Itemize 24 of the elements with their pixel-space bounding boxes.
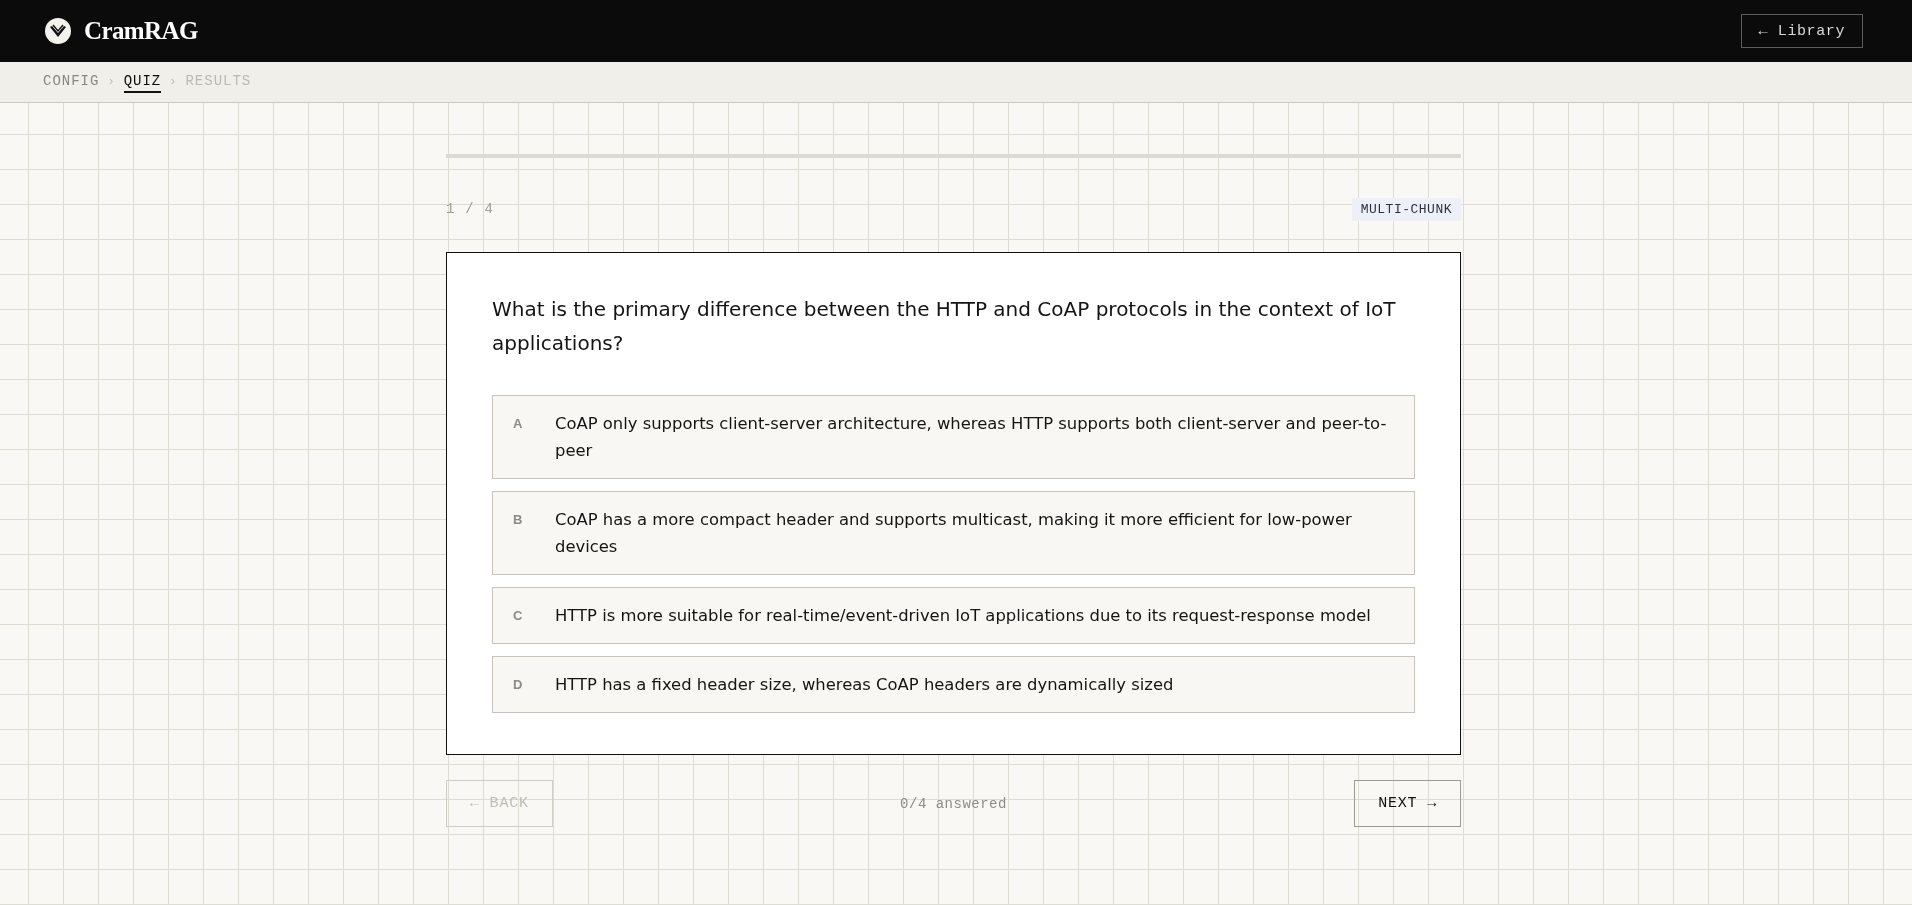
option-text: CoAP only supports client-server architecture, whereas HTTP supports both client-server and peer-to-peer	[555, 413, 1388, 462]
option-letter: A	[513, 415, 524, 433]
option-text: CoAP has a more compact header and supports multicast, making it more efficient for low-power devices	[555, 509, 1353, 558]
breadcrumb-step: RESULTS	[185, 71, 252, 93]
option-letter: C	[513, 607, 524, 625]
breadcrumb-separator: ›	[107, 75, 116, 89]
answer-option[interactable]: C HTTP is more suitable for real-time/event-driven IoT applications due to its request-response model	[492, 587, 1415, 644]
answer-option[interactable]: A CoAP only supports client-server architecture, whereas HTTP supports both client-server and peer-to-peer	[492, 395, 1415, 479]
breadcrumb-separator: ›	[169, 75, 178, 89]
option-text: HTTP is more suitable for real-time/event-driven IoT applications due to its request-response model	[555, 605, 1371, 627]
option-letter: D	[513, 676, 524, 694]
question-tag: MULTI-CHUNK	[1351, 197, 1461, 221]
question-counter: 1 / 4	[446, 201, 494, 217]
brand-name: CramRAG	[84, 17, 198, 45]
option-letter: B	[513, 511, 524, 529]
answer-option[interactable]: B CoAP has a more compact header and supports multicast, making it more efficient for low-power devices	[492, 491, 1415, 575]
option-text: HTTP has a fixed header size, whereas CoAP headers are dynamically sized	[555, 674, 1174, 696]
breadcrumb-step[interactable]: QUIZ	[123, 71, 162, 93]
next-button[interactable]: NEXT →	[1354, 780, 1461, 827]
answered-count: 0/4 answered	[900, 795, 1007, 812]
question-text: What is the primary difference between the HTTP and CoAP protocols in the context of IoT applications?	[492, 296, 1397, 357]
answer-option[interactable]: D HTTP has a fixed header size, whereas CoAP headers are dynamically sized	[492, 656, 1415, 713]
library-button[interactable]: ← Library	[1740, 14, 1863, 48]
chevron-circle-icon	[45, 18, 71, 44]
